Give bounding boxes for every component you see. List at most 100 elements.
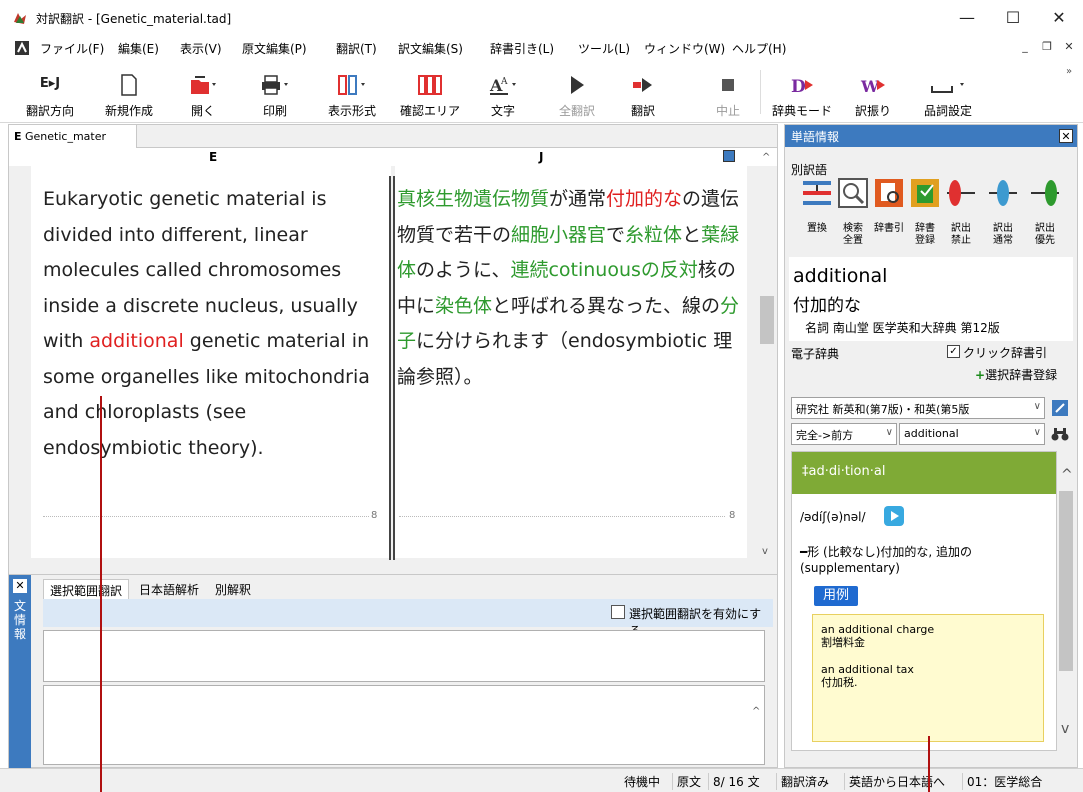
- target-sentence[interactable]: 真核生物遺伝物質が通常付加的なの遺伝物質で若干の細胞小器官で糸粒体と葉緑体のよう…: [397, 182, 742, 395]
- selection-option-bar: 選択範囲翻訳を有効にする: [43, 599, 773, 638]
- menu-source-edit[interactable]: 原文編集(P): [242, 40, 307, 57]
- dictionary-settings-icon[interactable]: [1049, 397, 1071, 419]
- target-segment[interactable]: 染色体: [435, 295, 492, 317]
- scroll-up-icon[interactable]: ^: [1061, 467, 1073, 483]
- scroll-up-icon[interactable]: ^: [752, 706, 760, 717]
- tab-alternative[interactable]: 別解釈: [209, 579, 257, 599]
- translation-priority-icon[interactable]: [1029, 177, 1061, 209]
- menu-dictionary[interactable]: 辞書引き(L): [490, 40, 554, 57]
- chevron-down-icon: ∨: [885, 427, 893, 438]
- maximize-button[interactable]: ☐: [990, 4, 1036, 32]
- scroll-up-icon[interactable]: ^: [762, 152, 770, 163]
- translation-normal-icon[interactable]: [987, 177, 1019, 209]
- translation-forbid-label: 訳出 禁止: [951, 223, 971, 246]
- dictionary-scrollbar[interactable]: ^ v: [1057, 451, 1075, 751]
- target-segment[interactable]: のように、: [416, 259, 510, 281]
- selection-source-box[interactable]: [43, 630, 765, 682]
- dictionary-select[interactable]: 研究社 新英和(第7版)・和英(第5版 ∨: [791, 397, 1045, 419]
- search-replace-icon[interactable]: [837, 177, 869, 209]
- menu-window[interactable]: ウィンドウ(W): [644, 40, 725, 57]
- translate-button[interactable]: 翻訳: [618, 64, 668, 120]
- translation-direction-button[interactable]: E▸J 翻訳方向: [18, 64, 82, 120]
- dictionary-register-label: 辞書 登録: [915, 223, 935, 246]
- scroll-down-icon[interactable]: v: [762, 546, 768, 557]
- scroll-down-icon[interactable]: v: [1061, 721, 1069, 737]
- status-bar: 待機中 原文 8/ 16 文 翻訳済み 英語から日本語へ 01：医学総合: [0, 768, 1083, 792]
- print-button[interactable]: 印刷: [252, 64, 298, 120]
- target-segment[interactable]: 細胞小器官: [511, 224, 606, 246]
- status-sentence-count: 8/ 16 文: [708, 773, 764, 790]
- target-segment[interactable]: 糸粒体: [625, 224, 682, 246]
- translate-icon: [633, 78, 652, 92]
- scroll-thumb[interactable]: [760, 296, 774, 344]
- match-mode-value: 完全->前方: [796, 429, 854, 442]
- translation-normal-label: 訳出 通常: [993, 223, 1013, 246]
- play-audio-icon[interactable]: [884, 506, 904, 526]
- menu-view[interactable]: 表示(V): [180, 40, 222, 57]
- selected-word[interactable]: additional: [89, 330, 183, 352]
- target-segment[interactable]: と呼ばれる異なった、線の: [492, 295, 720, 317]
- mdi-close-icon[interactable]: ✕: [1060, 40, 1078, 56]
- target-segment[interactable]: が通常: [549, 188, 606, 210]
- mdi-restore-icon[interactable]: ❐: [1038, 40, 1056, 56]
- word-translation[interactable]: 付加的な: [793, 291, 861, 316]
- target-segment[interactable]: に分けられます（endosymbiotic 理論参照）。: [397, 330, 732, 388]
- confirm-area-button[interactable]: 確認エリア: [398, 64, 462, 120]
- target-segment[interactable]: 付加的な: [606, 188, 682, 210]
- target-segment[interactable]: 真核生物遺伝物質: [397, 188, 549, 210]
- dictionary-register-icon[interactable]: [909, 177, 941, 209]
- close-panel-icon[interactable]: ✕: [13, 579, 27, 593]
- word-assign-label: 訳振り: [854, 104, 891, 118]
- click-lookup-checkbox[interactable]: ✓: [947, 345, 960, 358]
- translate-all-button[interactable]: 全翻訳: [552, 64, 602, 120]
- target-segment[interactable]: 連続cotinuousの反対: [510, 259, 697, 281]
- source-pane[interactable]: Eukaryotic genetic material is divided i…: [31, 166, 391, 558]
- menu-edit[interactable]: 編集(E): [118, 40, 159, 57]
- font-button[interactable]: AA 文字: [478, 64, 528, 120]
- document-tab[interactable]: E Genetic_mater: [9, 125, 137, 148]
- target-segment[interactable]: で: [606, 224, 625, 246]
- new-button[interactable]: 新規作成: [94, 64, 164, 120]
- translation-forbid-icon[interactable]: [945, 177, 977, 209]
- menu-help[interactable]: ヘルプ(H): [732, 40, 786, 57]
- new-document-icon: [121, 74, 137, 96]
- document-scrollbar[interactable]: ^ v: [757, 152, 777, 574]
- register-selection-label: 選択辞書登録: [985, 368, 1058, 382]
- sentence-divider: [399, 516, 725, 517]
- mdi-minimize-icon[interactable]: _: [1016, 40, 1034, 56]
- layout-button[interactable]: 表示形式: [320, 64, 384, 120]
- toolbar-overflow-icon[interactable]: »: [1066, 66, 1072, 77]
- binoculars-search-icon[interactable]: [1049, 423, 1071, 445]
- dictionary-lookup-icon[interactable]: [873, 177, 905, 209]
- close-button[interactable]: ✕: [1036, 4, 1082, 32]
- replace-icon[interactable]: [801, 177, 833, 209]
- new-label: 新規作成: [104, 104, 153, 118]
- replace-label: 置換: [807, 223, 827, 234]
- dictionary-query: additional: [904, 427, 959, 440]
- dictionary-search-input[interactable]: additional ∨: [899, 423, 1045, 445]
- stop-button[interactable]: 中止: [708, 64, 748, 120]
- minimize-button[interactable]: —: [944, 4, 990, 32]
- target-pane[interactable]: 真核生物遺伝物質が通常付加的なの遺伝物質で若干の細胞小器官で糸粒体と葉緑体のよう…: [395, 166, 747, 558]
- register-selection-link[interactable]: +選択辞書登録: [975, 366, 1057, 383]
- pos-setting-button[interactable]: 品詞設定: [916, 64, 980, 120]
- word-assign-button[interactable]: W 訳振り: [848, 64, 898, 120]
- tab-selection-translate[interactable]: 選択範囲翻訳: [43, 579, 130, 599]
- dictionary-mode-button[interactable]: D 辞典モード: [770, 64, 834, 120]
- tab-japanese-analysis[interactable]: 日本語解析: [133, 579, 205, 599]
- sentence-number: 8: [371, 510, 378, 521]
- enable-selection-checkbox[interactable]: [611, 605, 625, 619]
- split-view-icon[interactable]: [723, 150, 735, 162]
- menu-translate[interactable]: 翻訳(T): [336, 40, 377, 57]
- menu-target-edit[interactable]: 訳文編集(S): [398, 40, 463, 57]
- match-mode-select[interactable]: 完全->前方 ∨: [791, 423, 897, 445]
- source-sentence[interactable]: Eukaryotic genetic material is divided i…: [43, 182, 388, 466]
- selection-result-box[interactable]: ^: [43, 685, 765, 765]
- open-button[interactable]: 開く: [178, 64, 228, 120]
- close-word-info-icon[interactable]: ✕: [1059, 129, 1073, 143]
- menu-tools[interactable]: ツール(L): [578, 40, 630, 57]
- menu-file[interactable]: ファイル(F): [40, 40, 104, 57]
- sentence-info-label: 文情報: [14, 599, 27, 641]
- target-segment[interactable]: と: [682, 224, 701, 246]
- scroll-thumb[interactable]: [1059, 491, 1073, 671]
